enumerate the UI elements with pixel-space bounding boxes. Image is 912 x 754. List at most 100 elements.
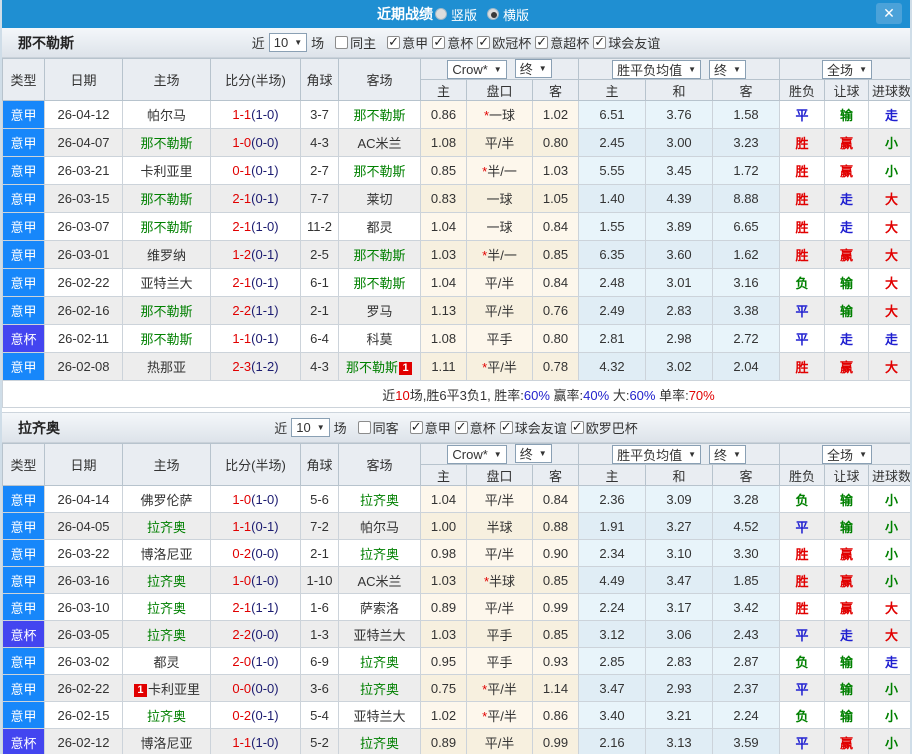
- mean-home: 2.45: [578, 128, 647, 157]
- mean-home: 3.47: [578, 674, 647, 702]
- result-handicap: 输: [824, 701, 870, 729]
- odds-value: 1.11: [431, 359, 456, 374]
- league-checkbox-0[interactable]: [387, 34, 401, 50]
- odds-stage-select[interactable]: 终 ▼: [514, 59, 552, 78]
- sub-column-header: 盘口: [466, 79, 533, 101]
- fulltime-score: 2-0: [232, 653, 252, 669]
- odds-value: 0.85: [542, 247, 569, 262]
- mean-type-select[interactable]: 胜平负均值 ▼: [612, 59, 702, 79]
- league-checkbox-3[interactable]: [535, 34, 549, 50]
- odds-group-header: Crow* ▼ 终 ▼: [419, 443, 580, 465]
- fulltime-score: 2-2: [232, 303, 252, 318]
- odds-handicap: 平/半: [466, 268, 533, 297]
- away-team: 拉齐奥: [338, 485, 421, 513]
- result-wdl: 平: [779, 324, 826, 353]
- mean-home: 3.40: [578, 701, 647, 729]
- odds-away: 0.85: [531, 620, 580, 648]
- away-team: 都灵: [338, 212, 421, 241]
- halftime-score: (1-0): [251, 734, 279, 750]
- vertical-mode-label[interactable]: 竖版: [451, 5, 477, 24]
- away-team: 那不勒斯: [338, 100, 421, 129]
- home-team: 拉齐奥: [122, 512, 211, 540]
- same-venue-checkbox[interactable]: [335, 36, 349, 49]
- odds-value: 1.03: [430, 247, 457, 262]
- horizontal-mode-label[interactable]: 横版: [503, 5, 529, 24]
- match-date: 26-02-16: [44, 296, 123, 325]
- mean-type-select[interactable]: 胜平负均值 ▼: [612, 444, 702, 464]
- away-team-name: 都灵: [366, 220, 393, 235]
- sub-column-header: 让球: [824, 79, 870, 101]
- odds-value: 1.04: [430, 219, 457, 234]
- league-checkbox-2[interactable]: [477, 34, 491, 50]
- result-handicap: 赢: [824, 156, 870, 185]
- horizontal-mode-radio[interactable]: [487, 8, 499, 20]
- result-handicap: 走: [824, 324, 870, 353]
- period-select[interactable]: 全场 ▼: [822, 59, 872, 79]
- odds-stage-select[interactable]: 终 ▼: [514, 444, 552, 463]
- odds-handicap: 平/半: [466, 128, 533, 157]
- mean-home: 2.24: [578, 593, 647, 621]
- mean-home: 6.51: [578, 100, 647, 129]
- result-wdl: 胜: [779, 566, 826, 594]
- odds-value: 0.85: [542, 626, 569, 642]
- odds-value: 平/半: [487, 360, 517, 375]
- section-filter-bar: 拉齐奥 近 10 ▼ 场 同客 意甲 意杯 球会友谊 欧罗巴杯: [2, 413, 910, 443]
- close-icon[interactable]: ✕: [876, 3, 902, 24]
- league-checkbox-0[interactable]: [409, 419, 423, 435]
- match-count-select-value: 10: [273, 35, 289, 50]
- away-team: AC米兰: [338, 566, 421, 594]
- away-team: 拉齐奥: [338, 674, 421, 702]
- league-checkbox-1[interactable]: [454, 419, 468, 435]
- mean-draw: 3.89: [645, 212, 714, 241]
- column-header: 角球: [300, 443, 339, 486]
- corner-score: 6-4: [300, 324, 339, 353]
- result-handicap: 赢: [824, 128, 870, 157]
- odds-home: 1.08: [420, 324, 467, 353]
- column-header: 类型: [2, 443, 45, 486]
- odds-home: 0.89: [420, 593, 467, 621]
- away-team-name: 拉齐奥: [359, 735, 399, 751]
- odds-value: 1.04: [430, 275, 457, 290]
- league-badge: 意甲: [2, 593, 45, 621]
- vertical-mode-radio[interactable]: [434, 8, 447, 20]
- same-venue-checkbox[interactable]: [357, 421, 371, 434]
- odds-value: 平/半: [484, 136, 515, 151]
- mean-stage-select[interactable]: 终 ▼: [709, 444, 746, 464]
- match-count-select[interactable]: 10 ▼: [291, 418, 330, 437]
- corner-score: 4-3: [300, 128, 339, 157]
- bookmaker-select[interactable]: Crow* ▼: [447, 445, 507, 464]
- match-count-select[interactable]: 10 ▼: [268, 33, 308, 52]
- league-checkbox-label: 欧罗巴杯: [585, 421, 638, 436]
- summary-segment: 单率:: [655, 387, 689, 403]
- result-handicap: 输: [824, 268, 870, 297]
- odds-value: 平/半: [484, 600, 515, 616]
- odds-away: 0.93: [531, 647, 580, 675]
- period-select[interactable]: 全场 ▼: [822, 444, 872, 464]
- mean-home: 2.48: [578, 268, 647, 297]
- league-checkbox-1[interactable]: [432, 34, 446, 50]
- mean-away: 2.04: [712, 352, 781, 381]
- mean-away: 3.16: [712, 268, 781, 297]
- sub-column-header: 和: [645, 79, 714, 101]
- match-score: 1-1(1-0): [210, 100, 301, 129]
- chevron-down-icon: ▼: [294, 38, 303, 47]
- odds-away: 1.03: [531, 156, 580, 185]
- league-checkbox-4[interactable]: [593, 34, 607, 50]
- summary-segment: 40%: [583, 387, 610, 403]
- fulltime-score: 2-1: [232, 219, 252, 234]
- corner-score: 3-7: [300, 100, 339, 129]
- odds-handicap: 平手: [466, 647, 533, 675]
- league-checkbox-3[interactable]: [570, 419, 584, 435]
- mean-stage-select[interactable]: 终 ▼: [709, 59, 746, 79]
- odds-home: 0.83: [420, 184, 467, 213]
- mean-home: 3.12: [578, 620, 647, 648]
- league-badge: 意甲: [2, 128, 45, 157]
- home-team-name: 那不勒斯: [140, 220, 193, 235]
- bookmaker-select[interactable]: Crow* ▼: [447, 60, 507, 79]
- chevron-down-icon: ▼: [733, 64, 741, 74]
- away-team-name: 莱切: [366, 192, 393, 207]
- result-goals: 小: [868, 485, 910, 513]
- period-select-value: 全场: [827, 62, 854, 78]
- league-checkbox-2[interactable]: [499, 419, 513, 435]
- match-date: 26-02-08: [44, 352, 123, 381]
